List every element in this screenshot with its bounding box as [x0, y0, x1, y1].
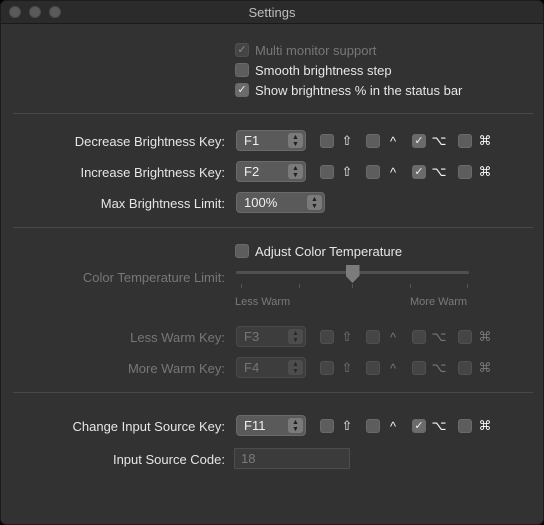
input-source-control-checkbox[interactable] [366, 419, 380, 433]
slider-tick [241, 284, 242, 288]
popup-stepper-icon: ▲ ▼ [288, 360, 303, 375]
window-title: Settings [248, 5, 296, 20]
max-brightness-value: 100% [244, 195, 278, 210]
show-percent-checkbox[interactable]: ✓ Show brightness % in the status bar [235, 81, 462, 99]
increase-key-popup[interactable]: F2 ▲ ▼ [236, 161, 306, 182]
popup-stepper-icon: ▲ ▼ [288, 329, 303, 344]
color-temp-limit-label: Color Temperature Limit: [82, 270, 225, 285]
more-warm-key-label: More Warm Key: [127, 361, 225, 376]
decrease-key-label: Decrease Brightness Key: [74, 134, 225, 149]
shift-icon: ⇧ [341, 164, 353, 179]
option-icon: ⌥ [431, 329, 447, 344]
less-warm-command-checkbox[interactable] [458, 330, 472, 344]
decrease-control-checkbox[interactable] [366, 134, 380, 148]
option-icon: ⌥ [431, 360, 447, 375]
input-source-key-label: Change Input Source Key: [72, 419, 226, 434]
less-warm-option-checkbox[interactable] [412, 330, 426, 344]
more-warm-label: More Warm [410, 296, 468, 308]
slider-tick [467, 284, 468, 288]
more-warm-control-checkbox[interactable] [366, 361, 380, 375]
adjust-color-temp-label: Adjust Color Temperature [255, 243, 403, 259]
command-icon: ⌘ [478, 418, 492, 433]
option-icon: ⌥ [431, 418, 447, 433]
decrease-option-checkbox[interactable]: ✓ [412, 134, 426, 148]
shift-icon: ⇧ [341, 418, 353, 433]
more-warm-shift-checkbox[interactable] [320, 361, 334, 375]
control-icon: ^ [389, 360, 397, 376]
decrease-command-checkbox[interactable] [458, 134, 472, 148]
option-icon: ⌥ [431, 133, 447, 148]
less-warm-label: Less Warm [235, 296, 291, 308]
multi-monitor-checkbox[interactable]: ✓ Multi monitor support [235, 41, 376, 59]
multi-monitor-check-icon: ✓ [235, 43, 249, 57]
slider-tick [352, 284, 353, 288]
show-percent-label: Show brightness % in the status bar [255, 82, 463, 98]
decrease-shift-checkbox[interactable] [320, 134, 334, 148]
divider [13, 392, 533, 393]
settings-window: Settings ✓ Multi monitor support Smooth … [0, 0, 544, 525]
input-source-command-checkbox[interactable] [458, 419, 472, 433]
command-icon: ⌘ [478, 133, 492, 148]
increase-key-value: F2 [244, 164, 260, 179]
increase-command-checkbox[interactable] [458, 165, 472, 179]
show-percent-check-icon: ✓ [235, 83, 249, 97]
max-brightness-label: Max Brightness Limit: [100, 196, 225, 211]
popup-stepper-icon: ▲ ▼ [288, 418, 303, 433]
smooth-step-box [235, 63, 249, 77]
less-warm-key-label: Less Warm Key: [130, 330, 225, 345]
less-warm-key-value: F3 [244, 329, 260, 344]
max-brightness-popup[interactable]: 100% ▲ ▼ [236, 192, 325, 213]
popup-stepper-icon: ▲ ▼ [288, 164, 303, 179]
shift-icon: ⇧ [341, 133, 353, 148]
input-source-code-label: Input Source Code: [112, 452, 225, 467]
command-icon: ⌘ [478, 164, 492, 179]
input-source-shift-checkbox[interactable] [320, 419, 334, 433]
input-source-key-popup[interactable]: F11 ▲ ▼ [236, 415, 306, 436]
more-warm-key-value: F4 [244, 360, 260, 375]
control-icon: ^ [389, 418, 397, 434]
input-source-option-checkbox[interactable]: ✓ [412, 419, 426, 433]
increase-modifiers: ⇧ ^ ✓ ⌥ ⌘ [320, 163, 504, 181]
smooth-step-checkbox[interactable]: Smooth brightness step [235, 61, 392, 79]
slider-tick [299, 284, 300, 288]
decrease-key-popup[interactable]: F1 ▲ ▼ [236, 130, 306, 151]
control-icon: ^ [389, 164, 397, 180]
more-warm-option-checkbox[interactable] [412, 361, 426, 375]
less-warm-modifiers: ⇧ ^ ⌥ ⌘ [320, 328, 504, 346]
input-source-code-field[interactable]: 18 [234, 448, 350, 469]
shift-icon: ⇧ [341, 329, 353, 344]
increase-option-checkbox[interactable]: ✓ [412, 165, 426, 179]
increase-control-checkbox[interactable] [366, 165, 380, 179]
multi-monitor-label: Multi monitor support [255, 42, 377, 58]
shift-icon: ⇧ [341, 360, 353, 375]
less-warm-key-popup[interactable]: F3 ▲ ▼ [236, 326, 306, 347]
decrease-modifiers: ⇧ ^ ✓ ⌥ ⌘ [320, 132, 504, 150]
popup-stepper-icon: ▲ ▼ [288, 133, 303, 148]
increase-key-label: Increase Brightness Key: [80, 165, 225, 180]
more-warm-key-popup[interactable]: F4 ▲ ▼ [236, 357, 306, 378]
control-icon: ^ [389, 133, 397, 149]
divider [13, 113, 533, 114]
less-warm-shift-checkbox[interactable] [320, 330, 334, 344]
more-warm-modifiers: ⇧ ^ ⌥ ⌘ [320, 359, 504, 377]
color-temp-slider-knob[interactable] [345, 265, 360, 283]
command-icon: ⌘ [478, 360, 492, 375]
increase-shift-checkbox[interactable] [320, 165, 334, 179]
decrease-key-value: F1 [244, 133, 260, 148]
popup-stepper-icon: ▲ ▼ [307, 195, 322, 210]
title-bar: Settings [1, 1, 543, 24]
input-source-modifiers: ⇧ ^ ✓ ⌥ ⌘ [320, 417, 504, 435]
slider-tick [410, 284, 411, 288]
option-icon: ⌥ [431, 164, 447, 179]
divider [13, 227, 533, 228]
less-warm-control-checkbox[interactable] [366, 330, 380, 344]
more-warm-command-checkbox[interactable] [458, 361, 472, 375]
control-icon: ^ [389, 329, 397, 345]
adjust-color-temp-checkbox[interactable]: Adjust Color Temperature [235, 242, 402, 260]
adjust-color-temp-box [235, 244, 249, 258]
command-icon: ⌘ [478, 329, 492, 344]
input-source-key-value: F11 [244, 418, 266, 433]
smooth-step-label: Smooth brightness step [255, 62, 392, 78]
